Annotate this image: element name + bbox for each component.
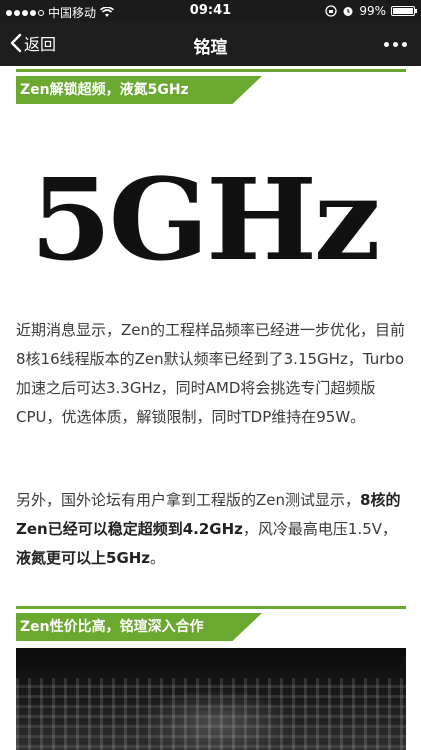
article-logo-image: 5GHz (30, 165, 390, 277)
paragraph-bold-text: 液氮更可以上5GHz (16, 549, 151, 567)
paragraph-text: 。 (150, 549, 166, 567)
motherboard-photo (16, 648, 406, 750)
section-title-2: Zen性价比高，铭瑄深入合作 (16, 613, 262, 641)
article-paragraph-1: 近期消息显示，Zen的工程样品频率已经进一步优化，目前8核16线程版本的Zen默… (16, 321, 406, 426)
section-header-1: Zen解锁超频，液氮5GHz (16, 69, 406, 104)
paragraph-text: ，风冷最高电压1.5V， (242, 520, 398, 538)
status-bar: 中国移动 09:41 99% (0, 0, 421, 22)
nav-bar: 返回 铭瑄 (0, 22, 421, 66)
status-right: 99% (325, 4, 417, 18)
section-divider (16, 69, 406, 72)
battery-percent: 99% (359, 4, 386, 18)
section-header-2: Zen性价比高，铭瑄深入合作 (16, 606, 406, 641)
section-divider (16, 606, 406, 609)
page-title: 铭瑄 (193, 38, 228, 58)
alarm-icon (343, 7, 353, 16)
article-paragraph-2: 另外，国外论坛有用户拿到工程版的Zen测试显示，8核的Zen已经可以稳定超频到4… (16, 486, 408, 573)
section-title-1: Zen解锁超频，液氮5GHz (16, 76, 262, 104)
battery-icon (391, 6, 417, 16)
more-icon[interactable] (384, 42, 407, 47)
lock-rotation-icon (325, 5, 337, 17)
article-content: Zen解锁超频，液氮5GHz 5GHz 近期消息显示，Zen的工程样品频率已经进… (0, 66, 421, 750)
logo-text: 5GHz (30, 155, 381, 286)
paragraph-text: 另外，国外论坛有用户拿到工程版的Zen测试显示， (16, 491, 361, 509)
